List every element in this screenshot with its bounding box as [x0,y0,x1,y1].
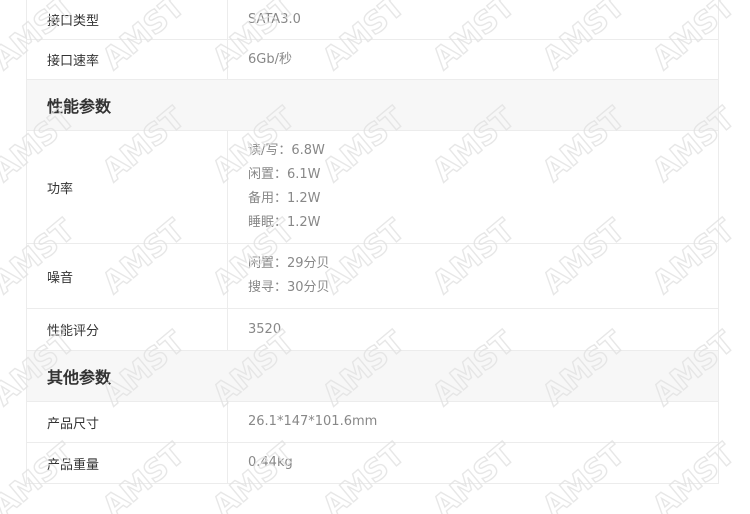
spec-value-line: 闲置：6.1W [248,167,321,182]
spec-value: 闲置：29分贝 搜寻：30分贝 [228,244,718,308]
spec-value-line: 闲置：29分贝 [248,256,330,271]
spec-value: 0.44kg [228,443,718,483]
spec-value-line: 睡眠：1.2W [248,215,321,230]
spec-row-weight: 产品重量 0.44kg [27,443,718,484]
spec-value-line: 6Gb/秒 [248,51,292,67]
section-header-other: 其他参数 [27,351,718,402]
spec-value-line: 备用：1.2W [248,191,321,206]
spec-value: 读/写：6.8W 闲置：6.1W 备用：1.2W 睡眠：1.2W [228,131,718,243]
spec-value-line: 搜寻：30分贝 [248,280,330,295]
spec-value: 3520 [228,309,718,350]
spec-row-power: 功率 读/写：6.8W 闲置：6.1W 备用：1.2W 睡眠：1.2W [27,131,718,244]
spec-label: 功率 [27,131,228,243]
spec-row-noise: 噪音 闲置：29分贝 搜寻：30分贝 [27,244,718,309]
spec-label: 性能评分 [27,309,228,350]
spec-value-line: 26.1*147*101.6mm [248,414,378,429]
spec-label: 产品重量 [27,443,228,483]
spec-row-dimensions: 产品尺寸 26.1*147*101.6mm [27,402,718,443]
spec-value: 6Gb/秒 [228,40,718,79]
spec-label: 噪音 [27,244,228,308]
spec-value: SATA3.0 [228,0,718,39]
spec-value-line: 0.44kg [248,455,293,470]
spec-value-line: SATA3.0 [248,11,301,27]
spec-row-performance-score: 性能评分 3520 [27,309,718,351]
spec-table: 接口类型 SATA3.0 接口速率 6Gb/秒 性能参数 功率 读/写：6.8W… [26,0,719,484]
spec-row-interface-type: 接口类型 SATA3.0 [27,0,718,40]
spec-label: 接口类型 [27,0,228,39]
spec-value: 26.1*147*101.6mm [228,402,718,442]
spec-label: 接口速率 [27,40,228,79]
spec-value-line: 读/写：6.8W [248,143,325,158]
section-header-performance: 性能参数 [27,80,718,131]
spec-label: 产品尺寸 [27,402,228,442]
spec-row-interface-speed: 接口速率 6Gb/秒 [27,40,718,80]
spec-value-line: 3520 [248,321,282,337]
